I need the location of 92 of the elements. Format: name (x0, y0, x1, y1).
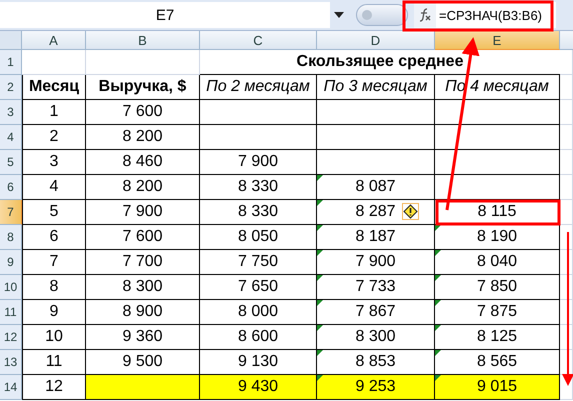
table-cell: 8 853 (317, 350, 435, 375)
row-header[interactable]: 9 (0, 250, 22, 275)
empty-cell (560, 250, 573, 275)
row-header[interactable]: 11 (0, 300, 22, 325)
table-cell: 8 200 (86, 175, 200, 200)
table-cell: 8 287 (317, 200, 435, 225)
empty-cell (560, 275, 573, 300)
table-cell: 8 125 (435, 325, 560, 350)
table-cell: 1 (22, 100, 86, 125)
table-cell: 8 187 (317, 225, 435, 250)
empty-cell (560, 100, 573, 125)
table-cell: 7 733 (317, 275, 435, 300)
table-cell: 8 050 (200, 225, 317, 250)
table-cell: 7 867 (317, 300, 435, 325)
table-cell: 8 300 (317, 325, 435, 350)
table-cell: 10 (22, 325, 86, 350)
table-cell: 8 (22, 275, 86, 300)
table-cell: 8 300 (86, 275, 200, 300)
empty-cell (560, 75, 573, 100)
table-cell: 8 200 (86, 125, 200, 150)
row-header[interactable]: 1 (0, 50, 22, 75)
table-cell: 8 330 (200, 200, 317, 225)
table-cell: 9 253 (317, 375, 435, 400)
table-cell: 7 600 (86, 100, 200, 125)
function-icon (418, 8, 432, 22)
name-box[interactable]: E7 (0, 2, 330, 28)
warning-icon[interactable] (402, 203, 419, 220)
row-header[interactable]: 7 (0, 200, 22, 225)
table-cell: 7 650 (200, 275, 317, 300)
table-cell: 2 (22, 125, 86, 150)
table-cell: 8 000 (200, 300, 317, 325)
table-cell: 7 900 (200, 150, 317, 175)
table-cell: 8 190 (435, 225, 560, 250)
row-header[interactable]: 5 (0, 150, 22, 175)
table-cell: 9 015 (435, 375, 560, 400)
empty-cell (560, 225, 573, 250)
column-header[interactable]: D (317, 31, 435, 50)
row-header[interactable]: 6 (0, 175, 22, 200)
empty-cell (560, 325, 573, 350)
column-heading: Выручка, $ (86, 75, 200, 100)
empty-cell (560, 350, 573, 375)
column-header[interactable]: C (200, 31, 317, 50)
column-header[interactable]: B (86, 31, 200, 50)
table-cell: 9 360 (86, 325, 200, 350)
insert-function-button[interactable] (414, 2, 436, 28)
row-header[interactable]: 10 (0, 275, 22, 300)
table-cell: 7 900 (317, 250, 435, 275)
column-header[interactable]: E (435, 31, 560, 50)
row-header[interactable]: 2 (0, 75, 22, 100)
table-cell: 8 040 (435, 250, 560, 275)
table-cell: 7 850 (435, 275, 560, 300)
row-header[interactable]: 3 (0, 100, 22, 125)
table-cell: 11 (22, 350, 86, 375)
empty-cell (560, 200, 573, 225)
column-heading: По 3 месяцам (317, 75, 435, 100)
table-cell: 9 (22, 300, 86, 325)
table-cell: 7 875 (435, 300, 560, 325)
table-cell: 7 (22, 250, 86, 275)
dropdown-caret-icon[interactable] (334, 12, 344, 18)
column-heading: Месяц (22, 75, 86, 100)
empty-cell (560, 150, 573, 175)
table-cell: 9 130 (200, 350, 317, 375)
row-header[interactable]: 12 (0, 325, 22, 350)
row-header[interactable]: 14 (0, 375, 22, 400)
table-cell: 7 700 (86, 250, 200, 275)
empty-cell (560, 125, 573, 150)
empty-cell (560, 300, 573, 325)
table-cell: 3 (22, 150, 86, 175)
table-cell: 6 (22, 225, 86, 250)
table-cell: 7 600 (86, 225, 200, 250)
row-header[interactable]: 4 (0, 125, 22, 150)
table-cell: 7 900 (86, 200, 200, 225)
table-cell: 8 600 (200, 325, 317, 350)
table-cell: 12 (22, 375, 86, 400)
formula-field[interactable]: =СРЗНАЧ(B3:B6) (436, 2, 556, 28)
table-cell: 8 460 (86, 150, 200, 175)
empty-cell (560, 175, 573, 200)
column-heading: По 2 месяцам (200, 75, 317, 100)
splitter-handle[interactable] (356, 4, 408, 26)
table-cell: 8 565 (435, 350, 560, 375)
table-cell: 5 (22, 200, 86, 225)
table-cell: 7 750 (200, 250, 317, 275)
table-cell: 8 900 (86, 300, 200, 325)
row-header[interactable]: 8 (0, 225, 22, 250)
table-cell: 8 087 (317, 175, 435, 200)
row-header[interactable]: 13 (0, 350, 22, 375)
table-cell: 8 330 (200, 175, 317, 200)
table-cell: 9 430 (200, 375, 317, 400)
empty-cell (560, 375, 573, 400)
table-cell: 4 (22, 175, 86, 200)
column-header[interactable]: A (22, 31, 86, 50)
table-cell: 9 500 (86, 350, 200, 375)
